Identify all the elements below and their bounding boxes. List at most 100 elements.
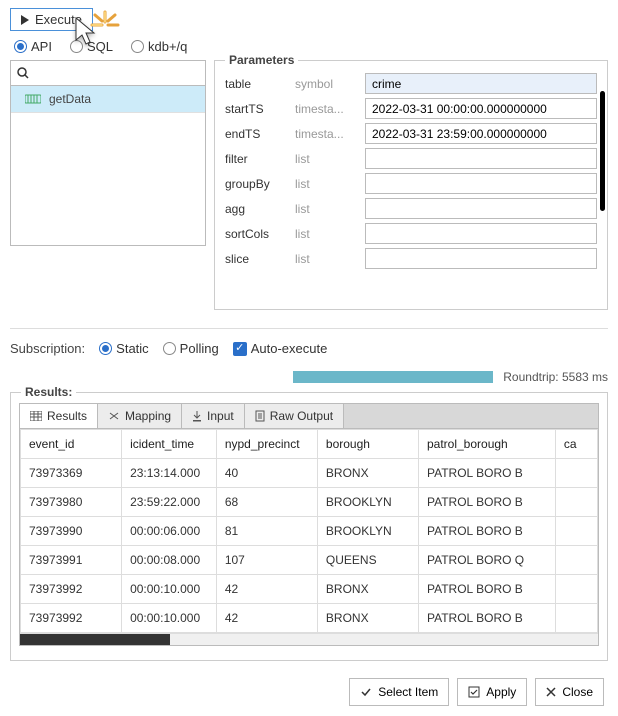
tab-input[interactable]: Input <box>182 404 245 428</box>
table-cell: 73973992 <box>21 604 122 633</box>
table-cell: 81 <box>216 517 317 546</box>
table-cell <box>555 459 597 488</box>
table-cell: PATROL BORO B <box>418 604 555 633</box>
param-type: symbol <box>295 77 365 91</box>
subscription-label: Subscription: <box>10 341 85 356</box>
play-icon <box>21 15 29 25</box>
sidebar-item-label: getData <box>49 92 91 106</box>
tab-results-label: Results <box>47 409 87 423</box>
checkbox-auto-execute[interactable]: ✓ Auto-execute <box>233 341 328 356</box>
col-header[interactable]: nypd_precinct <box>216 430 317 459</box>
table-cell: 107 <box>216 546 317 575</box>
col-header[interactable]: ca <box>555 430 597 459</box>
table-cell <box>555 488 597 517</box>
param-row-table: tablesymbol <box>225 71 597 96</box>
radio-icon <box>131 40 144 53</box>
select-item-label: Select Item <box>378 685 438 699</box>
param-input-startTS[interactable] <box>365 98 597 119</box>
table-cell: BRONX <box>317 459 418 488</box>
table-cell: BROOKLYN <box>317 517 418 546</box>
table-cell: 23:13:14.000 <box>122 459 217 488</box>
search-input[interactable] <box>35 65 199 81</box>
table-row[interactable]: 7397399000:00:06.00081BROOKLYNPATROL BOR… <box>21 517 598 546</box>
table-cell: BRONX <box>317 575 418 604</box>
table-cell: 73973980 <box>21 488 122 517</box>
param-row-startTS: startTStimesta... <box>225 96 597 121</box>
col-header[interactable]: patrol_borough <box>418 430 555 459</box>
table-cell: 73973369 <box>21 459 122 488</box>
radio-static[interactable]: Static <box>99 341 149 356</box>
table-cell: 00:00:10.000 <box>122 575 217 604</box>
apply-label: Apply <box>486 685 516 699</box>
param-input-slice[interactable] <box>365 248 597 269</box>
close-button[interactable]: Close <box>535 678 604 706</box>
param-input-filter[interactable] <box>365 148 597 169</box>
table-cell: QUEENS <box>317 546 418 575</box>
param-name: sortCols <box>225 227 295 241</box>
table-row[interactable]: 7397399100:00:08.000107QUEENSPATROL BORO… <box>21 546 598 575</box>
radio-icon <box>14 40 27 53</box>
param-type: list <box>295 252 365 266</box>
radio-api[interactable]: API <box>14 39 52 54</box>
table-cell: PATROL BORO Q <box>418 546 555 575</box>
param-name: agg <box>225 202 295 216</box>
results-hscrollbar[interactable] <box>20 633 598 645</box>
table-row[interactable]: 7397399200:00:10.00042BRONXPATROL BORO B <box>21 604 598 633</box>
radio-kdb[interactable]: kdb+/q <box>131 39 187 54</box>
param-type: timesta... <box>295 102 365 116</box>
results-table[interactable]: event_idicident_timenypd_precinctborough… <box>20 429 598 633</box>
execute-button[interactable]: Execute <box>10 8 93 31</box>
table-cell: 00:00:10.000 <box>122 604 217 633</box>
table-cell: BROOKLYN <box>317 488 418 517</box>
radio-icon <box>70 40 83 53</box>
param-input-groupBy[interactable] <box>365 173 597 194</box>
param-row-sortCols: sortColslist <box>225 221 597 246</box>
tab-mapping-label: Mapping <box>125 409 171 423</box>
param-input-agg[interactable] <box>365 198 597 219</box>
table-row[interactable]: 7397336923:13:14.00040BRONXPATROL BORO B <box>21 459 598 488</box>
params-scrollbar[interactable] <box>600 91 605 211</box>
table-cell: PATROL BORO B <box>418 575 555 604</box>
table-cell: PATROL BORO B <box>418 459 555 488</box>
col-header[interactable]: event_id <box>21 430 122 459</box>
tab-raw-output[interactable]: Raw Output <box>245 404 344 428</box>
param-row-endTS: endTStimesta... <box>225 121 597 146</box>
sidebar-item-getdata[interactable]: getData <box>11 86 205 113</box>
search-icon <box>17 67 29 79</box>
roundtrip-bar <box>293 371 493 383</box>
table-cell: 23:59:22.000 <box>122 488 217 517</box>
table-cell: PATROL BORO B <box>418 488 555 517</box>
col-header[interactable]: icident_time <box>122 430 217 459</box>
param-row-slice: slicelist <box>225 246 597 271</box>
param-input-endTS[interactable] <box>365 123 597 144</box>
radio-polling[interactable]: Polling <box>163 341 219 356</box>
radio-sql-label: SQL <box>87 39 113 54</box>
close-icon <box>546 687 556 697</box>
data-icon <box>25 93 41 105</box>
table-cell <box>555 575 597 604</box>
roundtrip-text: Roundtrip: 5583 ms <box>503 370 608 384</box>
radio-api-label: API <box>31 39 52 54</box>
col-header[interactable]: borough <box>317 430 418 459</box>
table-row[interactable]: 7397398023:59:22.00068BROOKLYNPATROL BOR… <box>21 488 598 517</box>
tab-mapping[interactable]: Mapping <box>98 404 182 428</box>
table-cell <box>555 517 597 546</box>
param-name: startTS <box>225 102 295 116</box>
table-cell: 00:00:08.000 <box>122 546 217 575</box>
tab-results[interactable]: Results <box>20 404 98 428</box>
search-input-wrap[interactable] <box>10 60 206 86</box>
tab-input-label: Input <box>207 409 234 423</box>
divider <box>10 328 608 329</box>
param-name: filter <box>225 152 295 166</box>
select-item-button[interactable]: Select Item <box>349 678 449 706</box>
param-input-sortCols[interactable] <box>365 223 597 244</box>
table-row[interactable]: 7397399200:00:10.00042BRONXPATROL BORO B <box>21 575 598 604</box>
radio-sql[interactable]: SQL <box>70 39 113 54</box>
apply-button[interactable]: Apply <box>457 678 527 706</box>
param-input-table[interactable] <box>365 73 597 94</box>
table-cell: 73973990 <box>21 517 122 546</box>
results-icon <box>30 411 42 421</box>
param-type: list <box>295 227 365 241</box>
input-icon <box>192 410 202 422</box>
param-type: list <box>295 202 365 216</box>
